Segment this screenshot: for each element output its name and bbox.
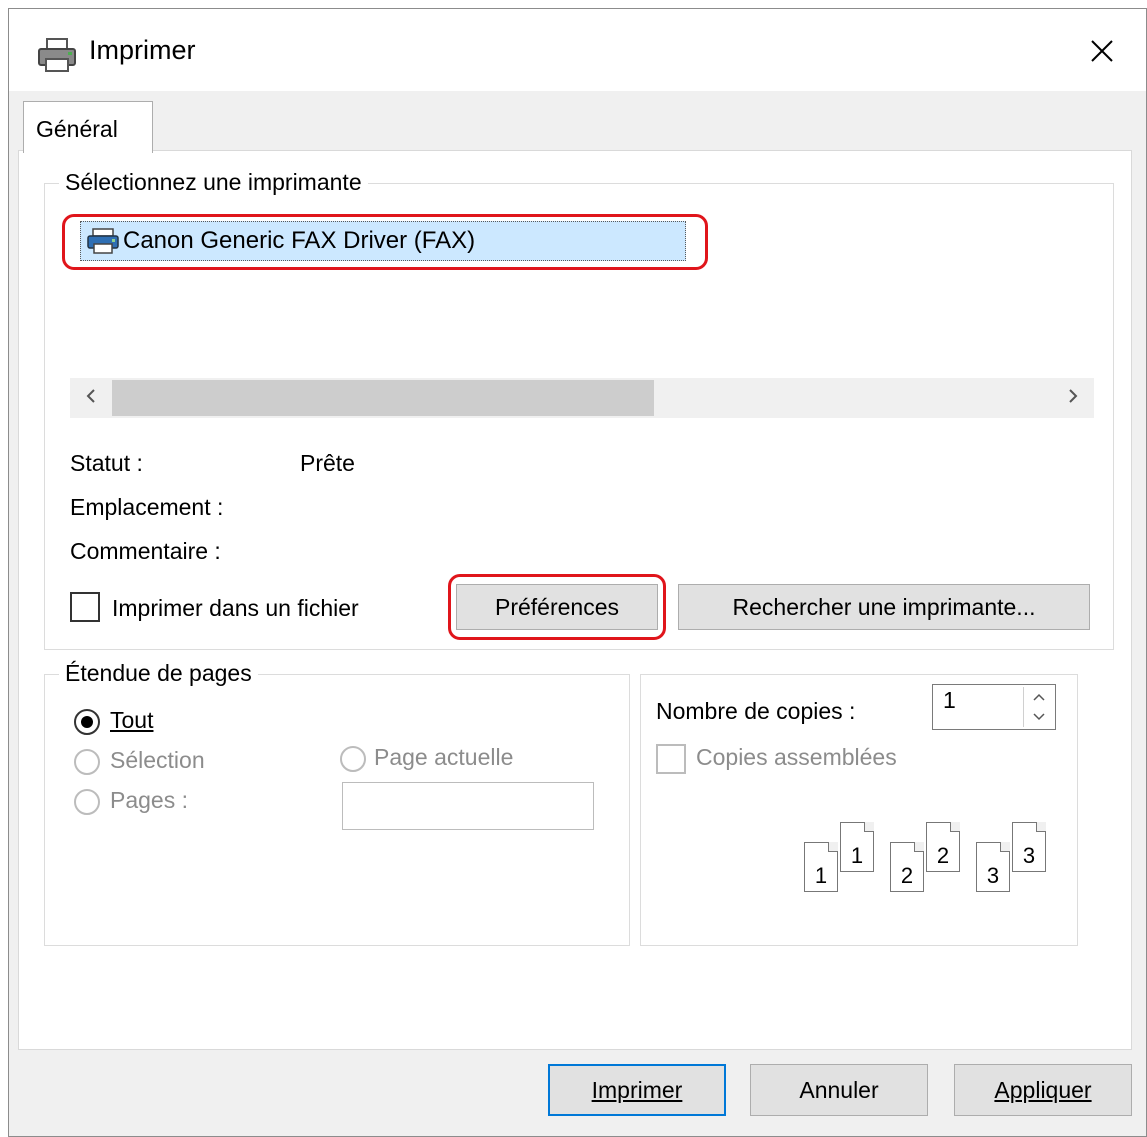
pages-input[interactable] (342, 782, 594, 830)
collate-checkbox[interactable] (656, 744, 686, 774)
spin-up-button[interactable] (1024, 687, 1053, 707)
collate-page: 1 (840, 822, 874, 872)
title-bar: Imprimer (9, 9, 1146, 91)
preferences-button[interactable]: Préférences (456, 584, 658, 630)
collate-page: 3 (1012, 822, 1046, 872)
collate-illustration: 1 1 2 2 3 3 (804, 822, 1054, 902)
collate-page: 1 (804, 842, 838, 892)
printer-list-item[interactable]: Canon Generic FAX Driver (FAX) (80, 221, 686, 261)
print-to-file-label[interactable]: Imprimer dans un fichier (112, 595, 359, 622)
copies-count-label: Nombre de copies : (656, 698, 856, 724)
copies-count-value: 1 (943, 687, 956, 713)
apply-button[interactable]: Appliquer (954, 1064, 1132, 1116)
window-title: Imprimer (89, 35, 196, 65)
radio-all[interactable] (74, 709, 100, 735)
spin-down-button[interactable] (1024, 707, 1053, 727)
chevron-left-icon (85, 388, 97, 409)
radio-all-label[interactable]: Tout (110, 707, 153, 734)
page-range-group-title: Étendue de pages (59, 660, 258, 687)
printer-list-scrollbar[interactable] (70, 378, 1094, 418)
comment-label: Commentaire : (70, 538, 221, 564)
print-button[interactable]: Imprimer (548, 1064, 726, 1116)
radio-selection[interactable] (74, 749, 100, 775)
close-button[interactable] (1074, 27, 1130, 79)
apply-button-label: Appliquer (994, 1076, 1092, 1103)
printer-name: Canon Generic FAX Driver (FAX) (123, 227, 476, 254)
close-icon (1090, 39, 1114, 68)
radio-selection-label[interactable]: Sélection (110, 747, 205, 774)
cancel-button[interactable]: Annuler (750, 1064, 928, 1116)
scroll-right-button[interactable] (1052, 378, 1094, 418)
collate-page: 2 (890, 842, 924, 892)
chevron-right-icon (1067, 388, 1079, 409)
print-button-label: Imprimer (591, 1076, 683, 1103)
radio-pages[interactable] (74, 789, 100, 815)
fax-printer-icon (87, 228, 119, 254)
find-printer-button-label: Rechercher une imprimante... (732, 593, 1036, 620)
scrollbar-thumb[interactable] (112, 380, 654, 416)
location-label: Emplacement : (70, 494, 224, 520)
cancel-button-label: Annuler (799, 1076, 879, 1103)
print-to-file-checkbox[interactable] (70, 592, 100, 622)
radio-current-page[interactable] (340, 746, 366, 772)
status-label: Statut : (70, 450, 143, 476)
collate-label[interactable]: Copies assemblées (696, 744, 897, 771)
tab-general[interactable]: Général (23, 101, 153, 153)
collate-page: 3 (976, 842, 1010, 892)
radio-pages-label[interactable]: Pages : (110, 787, 188, 814)
printer-icon (37, 37, 77, 73)
radio-current-page-label[interactable]: Page actuelle (374, 744, 513, 771)
scroll-left-button[interactable] (70, 378, 112, 418)
copies-count-spinner[interactable]: 1 (932, 684, 1056, 730)
collate-page: 2 (926, 822, 960, 872)
printer-group-title: Sélectionnez une imprimante (59, 169, 368, 196)
status-value: Prête (300, 450, 355, 476)
preferences-button-label: Préférences (494, 593, 619, 620)
find-printer-button[interactable]: Rechercher une imprimante... (678, 584, 1090, 630)
